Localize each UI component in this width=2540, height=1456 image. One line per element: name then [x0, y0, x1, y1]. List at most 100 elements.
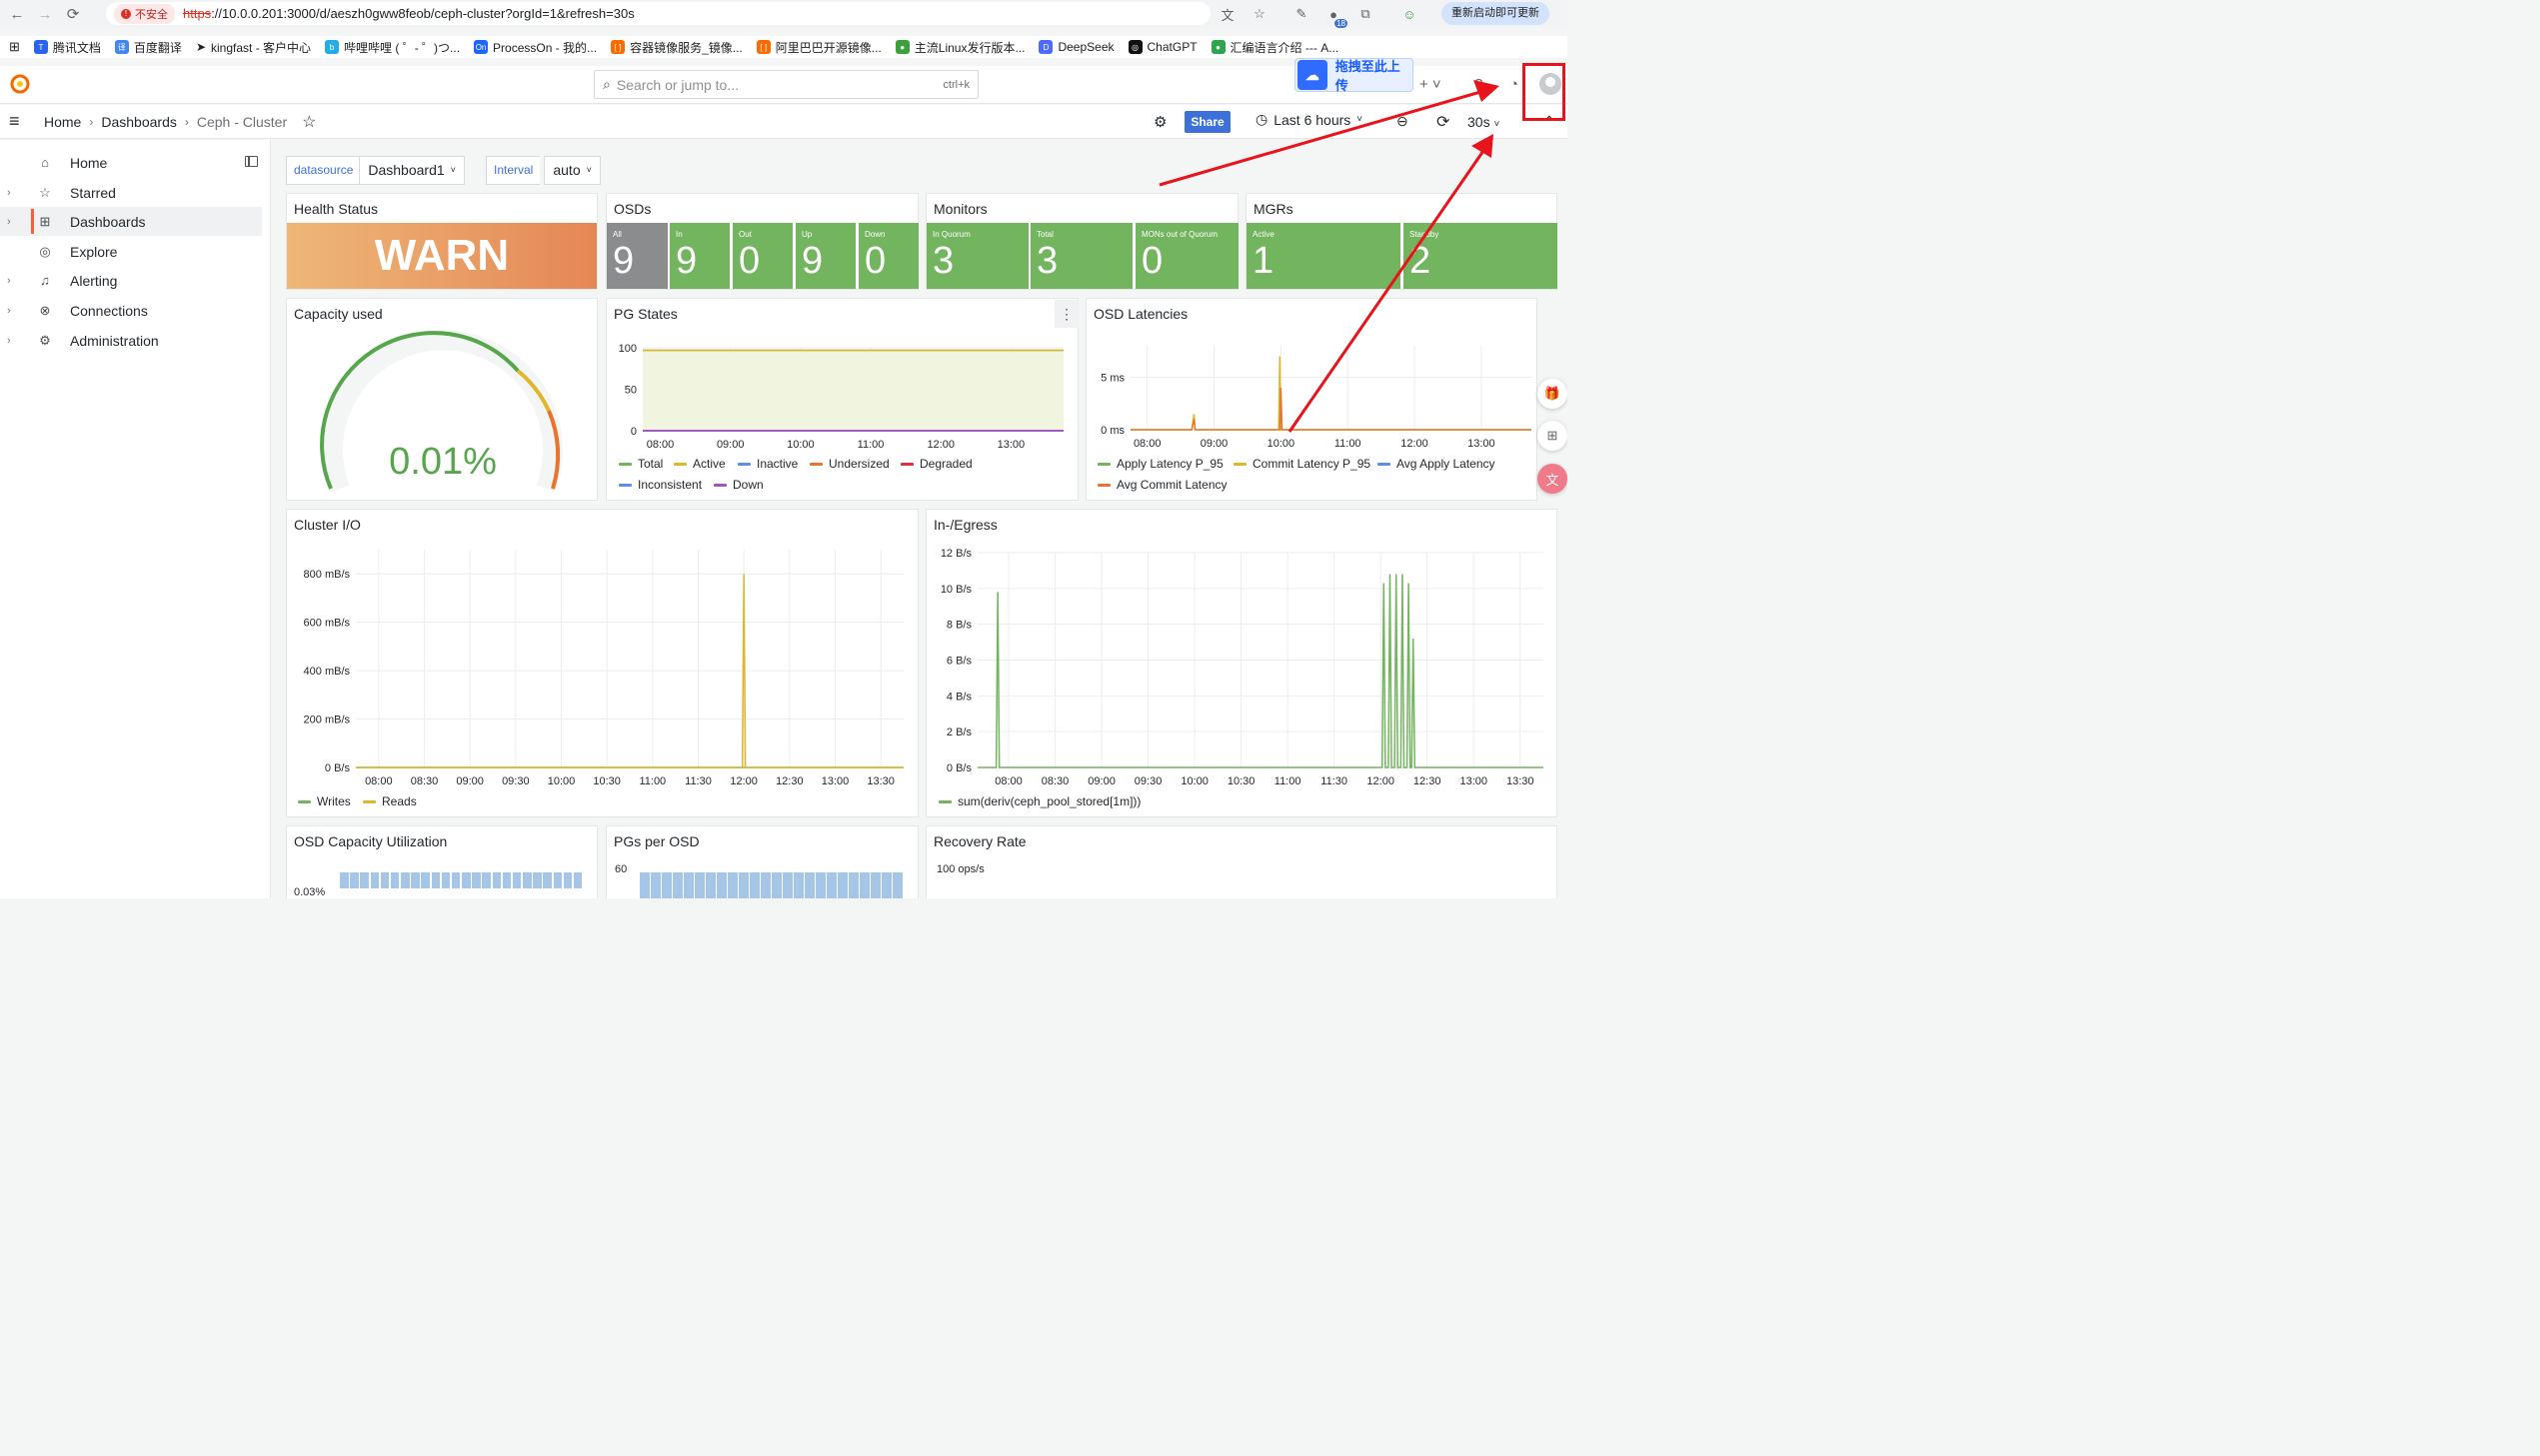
- refresh-icon[interactable]: ⟳: [1436, 112, 1449, 132]
- back-icon[interactable]: ←: [6, 3, 28, 25]
- extension-pen-icon[interactable]: ✎: [1291, 4, 1311, 24]
- stat-mon-in-quorum: In Quorum 3: [927, 223, 1029, 289]
- bookmark-item[interactable]: [ ] 容器镜像服务_镜像...: [611, 39, 743, 56]
- time-range-picker[interactable]: ◷ Last 6 hours ˅: [1256, 111, 1362, 128]
- breadcrumb-home[interactable]: Home: [44, 114, 81, 130]
- breadcrumb-dashboards[interactable]: Dashboards: [101, 114, 177, 130]
- sidebar-item-starred[interactable]: › ☆ Starred: [0, 178, 262, 207]
- legend-item[interactable]: Avg Commit Latency: [1098, 478, 1228, 492]
- bookmark-item[interactable]: T 腾讯文档: [33, 39, 101, 56]
- series-line: [978, 574, 1543, 768]
- aliyun-icon: [ ]: [611, 40, 626, 54]
- translate-icon[interactable]: 文: [1218, 4, 1238, 24]
- bookmark-item[interactable]: ● 主流Linux发行版本...: [895, 39, 1026, 56]
- legend-item[interactable]: Apply Latency P_95: [1098, 457, 1224, 471]
- bar: [340, 872, 349, 888]
- grafana-logo-icon[interactable]: [9, 73, 31, 95]
- legend-item[interactable]: Writes: [298, 794, 351, 808]
- x-tick-label: 08:30: [411, 775, 439, 787]
- bookmark-item[interactable]: b 哔哩哔哩 ( ゜- ゜)つ...: [325, 39, 460, 56]
- bookmark-item[interactable]: ● 汇编语言介绍 --- A...: [1211, 39, 1338, 56]
- bar: [706, 872, 716, 898]
- bookmark-icon: 译: [114, 40, 129, 54]
- y-tick-label: 8 B/s: [947, 620, 973, 632]
- favorite-star-icon[interactable]: ☆: [302, 112, 316, 132]
- stat-osds-in: In 9: [670, 223, 730, 289]
- address-bar[interactable]: ! 不安全 https://10.0.0.201:3000/d/aeszh0gww…: [106, 2, 1211, 25]
- add-new-icon[interactable]: + ˅: [1419, 76, 1441, 93]
- reload-icon[interactable]: ⟳: [62, 3, 84, 25]
- stat-mgr-standby: Standby 2: [1403, 223, 1557, 289]
- chevron-right-icon[interactable]: ›: [7, 187, 11, 199]
- bookmark-star-icon[interactable]: ☆: [1250, 4, 1270, 24]
- legend-item[interactable]: Down: [714, 478, 764, 492]
- panel-menu-icon[interactable]: ⋮: [1055, 300, 1079, 328]
- bookmark-item[interactable]: D DeepSeek: [1039, 40, 1115, 54]
- x-tick-label: 13:00: [822, 775, 850, 787]
- legend-item[interactable]: Inconsistent: [619, 478, 702, 492]
- legend-item[interactable]: Active: [674, 457, 726, 471]
- x-tick-label: 12:00: [1366, 775, 1394, 787]
- legend-item[interactable]: Total: [619, 457, 663, 471]
- sidebar-item-alerting[interactable]: › ♫ Alerting: [0, 266, 262, 295]
- chevron-right-icon[interactable]: ›: [7, 305, 11, 317]
- bookmark-item[interactable]: On ProcessOn - 我的...: [474, 39, 597, 56]
- bookmark-item[interactable]: ◎ ChatGPT: [1128, 40, 1198, 54]
- extensions-puzzle-icon[interactable]: ⧉: [1355, 4, 1375, 24]
- chevron-right-icon[interactable]: ›: [7, 216, 11, 228]
- update-button[interactable]: 重新启动即可更新: [1441, 2, 1549, 25]
- interval-select[interactable]: auto ˅: [544, 156, 601, 185]
- dashboard-settings-icon[interactable]: ⚙: [1154, 113, 1167, 131]
- news-feed-icon[interactable]: ◔: [1509, 76, 1518, 93]
- bar: [761, 872, 771, 898]
- gift-icon[interactable]: 🎁: [1537, 379, 1567, 409]
- insecure-badge[interactable]: ! 不安全: [114, 3, 175, 24]
- sidebar-item-connections[interactable]: › ⊗ Connections: [0, 296, 262, 325]
- menu-toggle-icon[interactable]: ≡: [9, 111, 35, 132]
- y-tick-label: 0 ms: [1101, 425, 1125, 437]
- sidebar-item-dashboards[interactable]: › ⊞ Dashboards: [0, 207, 262, 236]
- connections-icon: ⊗: [39, 302, 51, 318]
- qr-code-icon[interactable]: ⊞: [1537, 421, 1567, 451]
- search-input[interactable]: ⌕ Search or jump to... ctrl+k: [594, 70, 979, 99]
- legend-item[interactable]: Reads: [363, 794, 417, 808]
- forward-icon[interactable]: →: [34, 3, 56, 25]
- upload-drop-button[interactable]: ☁ 拖拽至此上传: [1294, 58, 1413, 93]
- chevron-right-icon[interactable]: ›: [7, 335, 11, 347]
- help-icon[interactable]: ?: [1474, 76, 1482, 93]
- datasource-select[interactable]: Dashboard1 ˅: [359, 156, 465, 185]
- x-tick-label: 11:00: [1274, 775, 1301, 787]
- legend-label: Commit Latency P_95: [1253, 457, 1371, 471]
- x-tick-label: 09:30: [502, 775, 530, 787]
- chevron-right-icon[interactable]: ›: [7, 275, 11, 287]
- legend-swatch: [674, 462, 687, 466]
- legend-item[interactable]: Inactive: [738, 457, 798, 471]
- legend-item[interactable]: sum(deriv(ceph_pool_stored[1m])): [939, 794, 1141, 808]
- bookmarks-bar: ⊞ T 腾讯文档 译百度翻译 ➤ kingfast - 客户中心 b 哔哩哔哩 ( ゜…: [0, 36, 1567, 58]
- legend-item[interactable]: Degraded: [901, 457, 973, 471]
- legend-item[interactable]: Commit Latency P_95: [1234, 457, 1370, 471]
- panel-pg-states: PG States 0 50 100 08:00 09:00 10:00 11:00 12:0…: [606, 298, 1079, 501]
- extension-badge-icon[interactable]: ● 18: [1323, 4, 1347, 28]
- sidebar-item-explore[interactable]: ◎ Explore: [0, 237, 262, 266]
- share-button[interactable]: Share: [1185, 111, 1231, 133]
- apps-icon[interactable]: ⊞: [9, 39, 20, 55]
- legend-item[interactable]: Undersized: [810, 457, 890, 471]
- legend-swatch: [738, 462, 751, 466]
- refresh-interval-picker[interactable]: 30s ˅: [1467, 114, 1499, 130]
- bookmark-item[interactable]: 译百度翻译: [114, 39, 182, 56]
- bookmark-label: 主流Linux发行版本...: [914, 40, 1026, 55]
- sidebar-item-administration[interactable]: › ⚙ Administration: [0, 326, 262, 355]
- cursor-icon: ➤: [195, 40, 206, 54]
- bookmark-item[interactable]: [ ] 阿里巴巴开源镜像...: [756, 39, 882, 56]
- bookmark-item[interactable]: ➤ kingfast - 客户中心: [196, 39, 311, 56]
- variable-label: datasource: [286, 156, 361, 185]
- translate-assistant-icon[interactable]: 文: [1537, 464, 1567, 494]
- legend-item[interactable]: Avg Apply Latency: [1377, 457, 1495, 471]
- chevron-down-icon: ˅: [450, 165, 456, 175]
- sidebar-item-home[interactable]: ⌂ Home: [0, 148, 262, 177]
- zoom-out-icon[interactable]: ⊖: [1396, 113, 1408, 130]
- search-placeholder: Search or jump to...: [616, 76, 740, 93]
- stat-value: 0: [1142, 240, 1164, 282]
- profile-frog-icon[interactable]: ☺: [1399, 4, 1419, 24]
